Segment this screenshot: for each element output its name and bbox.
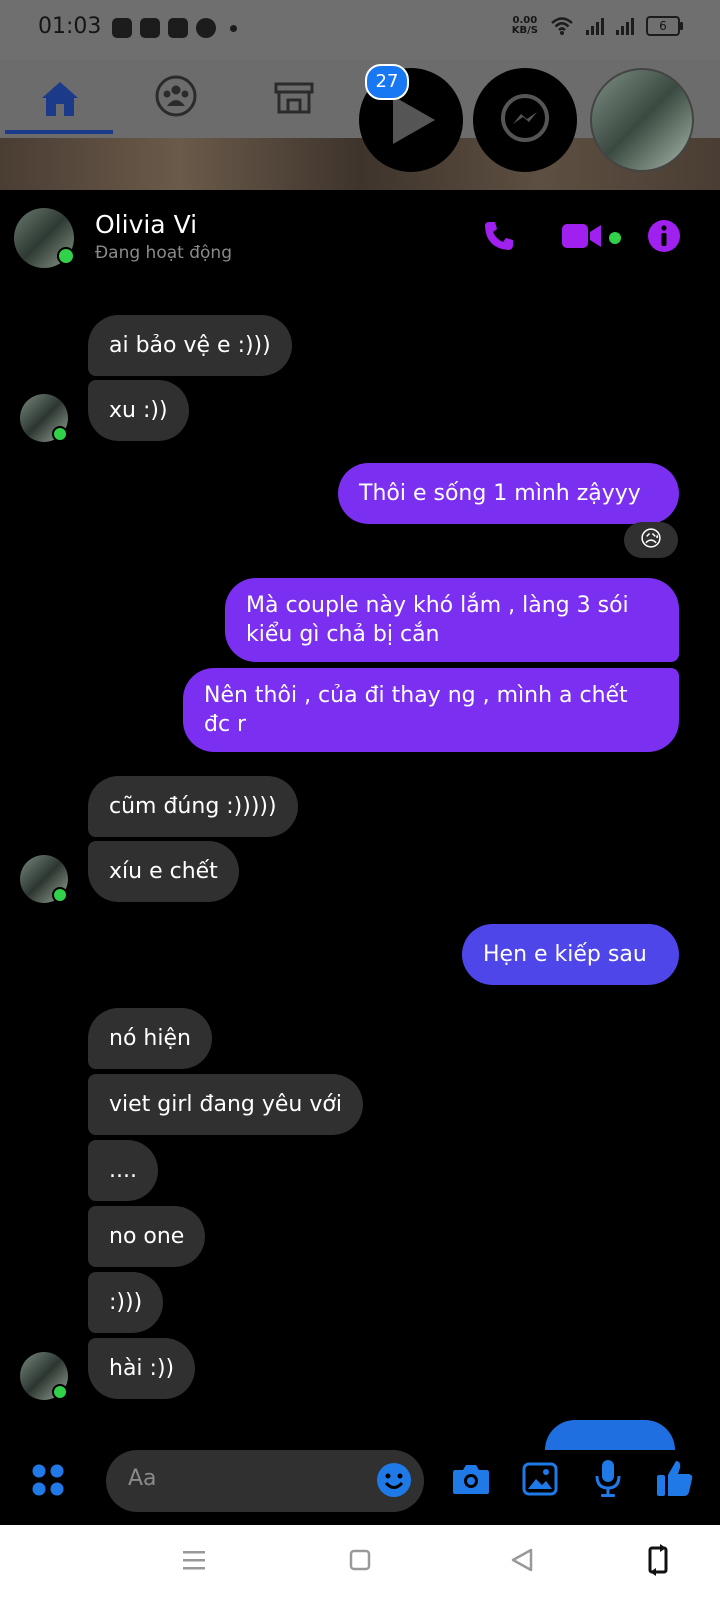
like-icon[interactable]	[656, 1458, 694, 1498]
wifi-icon	[551, 17, 573, 35]
message-bubble[interactable]: hài :))	[88, 1338, 196, 1399]
reaction-badge[interactable]: 😥	[624, 522, 678, 558]
message-bubble[interactable]: ....	[88, 1140, 158, 1201]
message-bubble[interactable]: cũm đúng :)))))	[88, 776, 298, 837]
message-bubble[interactable]: :)))	[88, 1272, 164, 1333]
menu-icon[interactable]	[182, 1549, 206, 1571]
apps-icon[interactable]	[30, 1462, 66, 1498]
watch-badge: 27	[365, 64, 409, 100]
discord-icon	[112, 18, 132, 38]
groups-icon[interactable]	[154, 74, 198, 118]
signal-icon	[616, 17, 634, 35]
chelsea-icon	[196, 18, 216, 38]
message-bubble[interactable]: Nên thôi , của đi thay ng , mình a chết …	[183, 668, 679, 752]
message-bubble[interactable]: Hẹn e kiếp sau	[462, 924, 679, 985]
instagram-icon	[168, 18, 188, 38]
messenger-icon	[501, 94, 549, 142]
battery-icon: 6	[646, 16, 683, 36]
back-icon[interactable]	[510, 1548, 534, 1572]
contact-name[interactable]: Olivia Vi	[95, 210, 197, 239]
status-time: 01:03	[38, 14, 102, 39]
contact-status: Đang hoạt động	[95, 243, 232, 263]
rotate-icon[interactable]	[645, 1543, 671, 1577]
mic-icon[interactable]	[594, 1458, 622, 1498]
online-indicator	[52, 887, 68, 903]
gallery-icon[interactable]	[522, 1462, 558, 1496]
message-bubble[interactable]: xíu e chết	[88, 841, 239, 902]
video-active-indicator	[609, 232, 621, 244]
dot-icon	[230, 24, 237, 32]
status-bar: 01:03 0.00 KB/S 6	[0, 0, 720, 60]
message-bubble[interactable]: no one	[88, 1206, 206, 1267]
status-system-icons: 0.00 KB/S 6	[512, 16, 683, 36]
message-bubble[interactable]: viet girl đang yêu với	[88, 1074, 363, 1135]
net-speed: 0.00 KB/S	[512, 16, 538, 36]
messenger-chat-head[interactable]	[473, 68, 577, 172]
message-bubble[interactable]: nó hiện	[88, 1008, 212, 1069]
home-square-icon[interactable]	[349, 1549, 371, 1571]
marketplace-icon[interactable]	[272, 74, 316, 118]
info-icon[interactable]	[647, 219, 681, 253]
phone-icon[interactable]	[482, 219, 516, 253]
message-bubble[interactable]: xu :))	[88, 380, 189, 441]
zalo-icon	[140, 18, 160, 38]
battery-level: 6	[659, 19, 667, 33]
partial-message-bubble[interactable]	[545, 1420, 675, 1450]
emoji-icon[interactable]	[376, 1462, 412, 1498]
home-icon[interactable]	[38, 76, 82, 120]
online-indicator	[52, 426, 68, 442]
signal-icon	[586, 17, 604, 35]
message-bubble[interactable]: Thôi e sống 1 mình zậyyy	[338, 463, 679, 524]
online-indicator	[57, 247, 75, 265]
message-input-placeholder: Aa	[128, 1466, 157, 1491]
camera-icon[interactable]	[452, 1462, 490, 1496]
status-notification-icons	[112, 18, 237, 38]
video-icon[interactable]	[561, 221, 603, 251]
message-bubble[interactable]: ai bảo vệ e :)))	[88, 315, 292, 376]
profile-avatar[interactable]	[590, 68, 694, 172]
message-bubble[interactable]: Mà couple này khó lắm , làng 3 sói kiểu …	[225, 578, 679, 662]
net-speed-unit: KB/S	[511, 25, 538, 36]
online-indicator	[52, 1384, 68, 1400]
active-tab-indicator	[5, 130, 113, 134]
